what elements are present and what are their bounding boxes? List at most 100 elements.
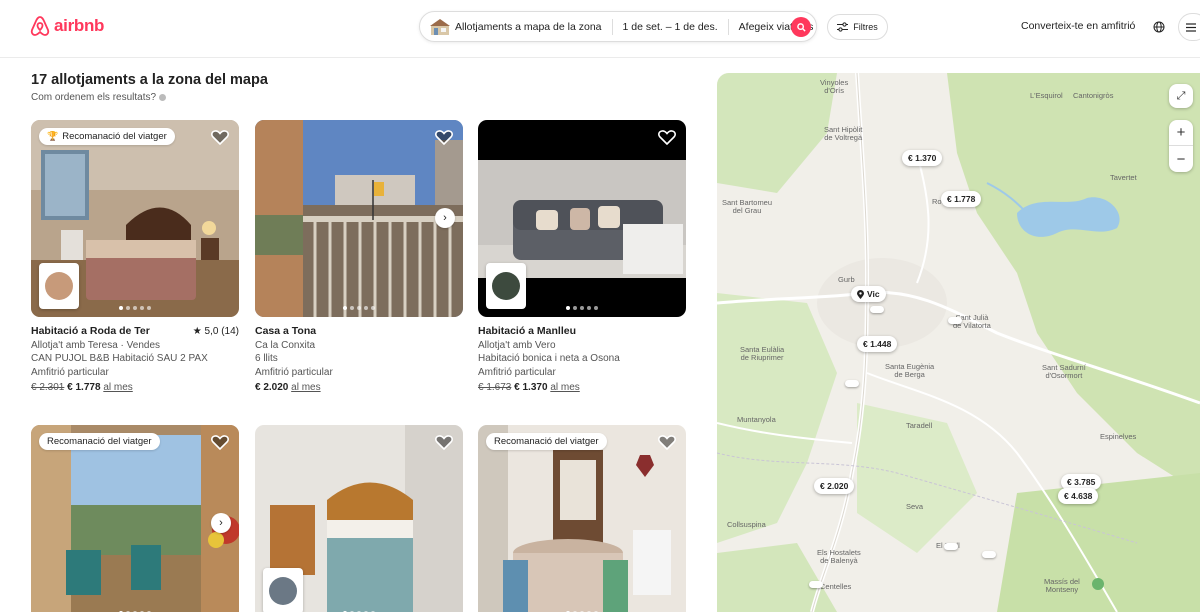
heart-icon[interactable] bbox=[211, 434, 229, 450]
map-price-pin[interactable]: € 1.778 bbox=[941, 191, 982, 207]
listing-title: Habitació a Manlleu bbox=[478, 325, 577, 337]
listing-card[interactable]: Recomanació del viatger bbox=[478, 425, 686, 612]
badge-label: Recomanació del viatger bbox=[47, 436, 152, 447]
map-zoom-controls: + − bbox=[1169, 120, 1193, 172]
map-price-pin[interactable]: € 4.638 bbox=[1058, 488, 1099, 504]
map-panel[interactable]: ⤢ Vinyoles d'Orís L'Esquirol Cantonigròs … bbox=[717, 73, 1200, 612]
listing-info: Habitació a Roda de Ter ★ 5,0 (14) Allot… bbox=[31, 317, 239, 395]
listing-photo[interactable] bbox=[255, 425, 463, 612]
heart-icon[interactable] bbox=[435, 129, 453, 145]
search-bar[interactable]: Allotjaments a mapa de la zona 1 de set.… bbox=[419, 11, 817, 42]
map-place-label: Sant Bartomeu del Grau bbox=[722, 198, 773, 215]
badge-label: Recomanació del viatger bbox=[62, 131, 167, 142]
language-button[interactable] bbox=[1146, 14, 1172, 40]
airbnb-logo-icon bbox=[30, 16, 50, 36]
minus-icon: − bbox=[1176, 150, 1186, 168]
map-place-label: Muntanyola bbox=[737, 415, 776, 424]
search-dates[interactable]: 1 de set. – 1 de des. bbox=[623, 21, 718, 33]
map-pin-icon bbox=[857, 289, 864, 299]
airbnb-logo[interactable]: airbnb bbox=[30, 15, 104, 37]
heart-icon[interactable] bbox=[658, 129, 676, 145]
hamburger-icon bbox=[1186, 22, 1196, 32]
listing-photo[interactable]: › bbox=[255, 120, 463, 317]
listing-price: € 2.020 al mes bbox=[255, 381, 463, 395]
expand-icon: ⤢ bbox=[1176, 89, 1186, 102]
map-place-label: Collsuspina bbox=[727, 520, 766, 529]
host-avatar bbox=[39, 263, 79, 309]
listing-host: Ca la Conxita bbox=[255, 339, 316, 351]
listing-photo[interactable]: Recomanació del viatger bbox=[478, 425, 686, 612]
next-photo-button[interactable]: › bbox=[211, 513, 231, 533]
heart-icon[interactable] bbox=[435, 434, 453, 450]
price-period[interactable]: al mes bbox=[103, 382, 132, 393]
expand-map-button[interactable]: ⤢ bbox=[1169, 84, 1193, 108]
chevron-right-icon: › bbox=[219, 517, 223, 529]
price-period[interactable]: al mes bbox=[550, 382, 579, 393]
map-location-marker[interactable]: Vic bbox=[851, 286, 886, 302]
current-price: € 1.778 bbox=[67, 381, 101, 393]
host-avatar bbox=[486, 263, 526, 309]
listing-photo[interactable]: Recomanació del viatger › bbox=[31, 425, 239, 612]
guest-favorite-badge: Recomanació del viatger bbox=[486, 433, 607, 450]
logo-text: airbnb bbox=[54, 16, 105, 35]
house-icon bbox=[430, 18, 450, 35]
heart-icon[interactable] bbox=[211, 129, 229, 145]
host-face bbox=[45, 272, 73, 300]
search-divider bbox=[611, 18, 613, 35]
listing-info: Habitació a Manlleu Allotja't amb Vero H… bbox=[478, 317, 686, 395]
zoom-out-button[interactable]: − bbox=[1169, 146, 1193, 172]
listing-card[interactable]: Habitació a Manlleu Allotja't amb Vero H… bbox=[478, 120, 686, 395]
map-small-marker[interactable] bbox=[845, 380, 859, 387]
map-small-marker[interactable] bbox=[944, 543, 958, 550]
map-background bbox=[717, 73, 1200, 612]
balcony-photo bbox=[255, 120, 463, 317]
next-photo-button[interactable]: › bbox=[435, 208, 455, 228]
terrace-photo bbox=[31, 425, 239, 612]
map-price-pin[interactable]: € 2.020 bbox=[814, 478, 855, 494]
map-place-label: Vinyoles d'Orís bbox=[820, 78, 849, 95]
map-small-marker[interactable] bbox=[809, 581, 823, 588]
heart-icon[interactable] bbox=[658, 434, 676, 450]
listing-title: Habitació a Roda de Ter bbox=[31, 325, 150, 337]
become-host-link[interactable]: Converteix-te en amfitrió bbox=[1021, 20, 1135, 32]
sort-info-text: Com ordenem els resultats? bbox=[31, 92, 157, 103]
map-place-label: Sant Sadurní d'Osormort bbox=[1042, 363, 1086, 380]
listing-card[interactable]: › Casa a Tona Ca la Conxita 6 llits Amfi… bbox=[255, 120, 463, 395]
plus-icon: + bbox=[1176, 124, 1186, 141]
host-face bbox=[269, 577, 297, 605]
listing-card[interactable]: Recomanació del viatger › bbox=[31, 425, 239, 612]
listing-price: € 1.673 € 1.370 al mes bbox=[478, 381, 686, 395]
user-menu-button[interactable] bbox=[1178, 13, 1200, 41]
sort-info-link[interactable]: Com ordenem els resultats? bbox=[31, 92, 167, 103]
listing-host-type: Amfitrió particular bbox=[255, 367, 333, 379]
dining-room-photo bbox=[478, 425, 686, 612]
map-small-marker[interactable] bbox=[982, 551, 996, 558]
host-face bbox=[492, 272, 520, 300]
listing-host: Allotja't amb Teresa · Vendes bbox=[31, 339, 161, 351]
listing-card[interactable] bbox=[255, 425, 463, 612]
search-location[interactable]: Allotjaments a mapa de la zona bbox=[430, 18, 602, 36]
zoom-in-button[interactable]: + bbox=[1169, 120, 1193, 146]
filters-button[interactable]: Filtres bbox=[827, 14, 888, 40]
map-location-label: Vic bbox=[867, 289, 880, 299]
sliders-icon bbox=[837, 22, 849, 32]
map-price-pin[interactable]: € 1.370 bbox=[902, 150, 943, 166]
listing-photo[interactable]: 🏆 Recomanació del viatger bbox=[31, 120, 239, 317]
listing-card[interactable]: 🏆 Recomanació del viatger Habitació a Ro… bbox=[31, 120, 239, 395]
map-small-marker[interactable] bbox=[948, 317, 962, 324]
current-price: € 2.020 bbox=[255, 381, 289, 393]
map-place-label: Cantonigròs bbox=[1073, 91, 1114, 100]
map-place-label: Els Hostalets de Balenyà bbox=[817, 548, 861, 565]
search-location-text: Allotjaments a mapa de la zona bbox=[455, 20, 602, 33]
listing-description: Habitació bonica i neta a Osona bbox=[478, 353, 620, 365]
price-period[interactable]: al mes bbox=[291, 382, 320, 393]
chevron-right-icon: › bbox=[443, 212, 447, 224]
map-place-label: Santa Eugènia de Berga bbox=[885, 362, 935, 379]
old-price: € 2.301 bbox=[31, 381, 65, 393]
map-small-marker[interactable] bbox=[870, 306, 884, 313]
map-place-label: Espinelves bbox=[1100, 432, 1137, 441]
listing-photo[interactable] bbox=[478, 120, 686, 317]
search-button[interactable] bbox=[791, 17, 811, 37]
map-place-label: Centelles bbox=[820, 582, 852, 591]
map-price-pin[interactable]: € 1.448 bbox=[857, 336, 898, 352]
